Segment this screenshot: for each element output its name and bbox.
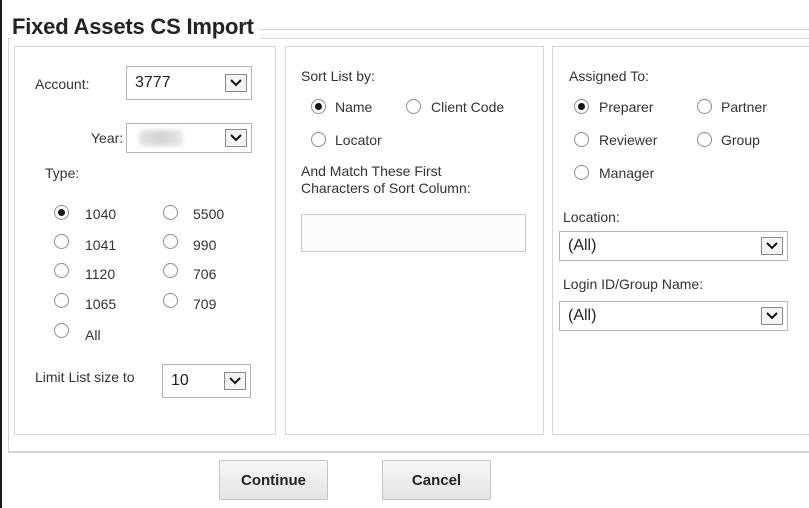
assignment-panel: Assigned To: Preparer Partner Reviewer G… [552, 46, 809, 435]
sort-option-label: Client Code [431, 99, 505, 115]
sort-panel: Sort List by: Name Client Code Locator A… [285, 46, 544, 435]
type-label: Type: [45, 165, 80, 181]
radio-type-706[interactable] [163, 263, 178, 278]
continue-button[interactable]: Continue [219, 460, 328, 500]
radio-assigned-partner[interactable] [697, 99, 712, 114]
sort-option-label: Locator [335, 132, 382, 148]
sort-label: Sort List by: [301, 68, 375, 84]
radio-type-990[interactable] [163, 234, 178, 249]
cancel-button[interactable]: Cancel [382, 460, 491, 500]
radio-type-all[interactable] [54, 323, 69, 338]
assigned-option-label: Partner [721, 99, 767, 115]
type-option-label: 5500 [193, 206, 225, 222]
assigned-option-label: Manager [599, 165, 655, 181]
radio-sort-locator[interactable] [311, 132, 326, 147]
title-divider [200, 29, 809, 30]
location-select[interactable]: (All) [559, 231, 788, 261]
radio-type-1041[interactable] [54, 234, 69, 249]
radio-type-709[interactable] [163, 293, 178, 308]
sort-option-label: Name [335, 99, 373, 115]
limit-label: Limit List size to [35, 369, 135, 385]
account-value: 3777 [135, 74, 171, 91]
chevron-down-icon[interactable] [225, 74, 247, 92]
type-option-label: 1040 [85, 206, 117, 222]
type-option-label: 709 [193, 296, 217, 312]
chevron-down-icon[interactable] [761, 307, 783, 325]
footer-divider [8, 452, 809, 453]
assigned-option-label: Reviewer [599, 132, 658, 148]
year-value-redacted [139, 130, 183, 146]
account-select[interactable]: 3777 [126, 66, 252, 100]
account-label: Account: [35, 76, 90, 92]
login-label: Login ID/Group Name: [563, 276, 704, 292]
radio-type-1040[interactable] [54, 205, 69, 220]
assigned-option-label: Preparer [599, 99, 654, 115]
match-label-line1: And Match These First [301, 163, 442, 179]
limit-select[interactable]: 10 [162, 364, 251, 398]
chevron-down-icon[interactable] [761, 237, 783, 255]
type-option-label: All [85, 327, 101, 343]
type-option-label: 990 [193, 237, 217, 253]
assigned-option-label: Group [721, 132, 760, 148]
match-characters-input[interactable] [301, 214, 526, 252]
radio-assigned-preparer[interactable] [574, 99, 589, 114]
radio-assigned-group[interactable] [697, 132, 712, 147]
radio-assigned-reviewer[interactable] [574, 132, 589, 147]
year-label: Year: [91, 130, 124, 146]
type-option-label: 1120 [85, 266, 116, 282]
login-select[interactable]: (All) [559, 301, 788, 331]
radio-sort-name[interactable] [311, 99, 326, 114]
radio-type-5500[interactable] [163, 205, 178, 220]
chevron-down-icon[interactable] [224, 372, 246, 390]
radio-assigned-manager[interactable] [574, 165, 589, 180]
location-value: (All) [568, 237, 597, 254]
radio-type-1120[interactable] [54, 263, 69, 278]
filter-panel: Account: 3777 Year: Type: 1040 5500 1041… [14, 46, 276, 435]
chevron-down-icon[interactable] [225, 129, 247, 147]
year-select[interactable] [126, 123, 252, 153]
radio-type-1065[interactable] [54, 293, 69, 308]
type-option-label: 1041 [85, 237, 117, 253]
login-value: (All) [568, 307, 597, 324]
type-option-label: 706 [193, 266, 217, 282]
location-label: Location: [563, 209, 620, 225]
type-option-label: 1065 [85, 296, 117, 312]
match-label-line2: Characters of Sort Column: [301, 180, 471, 196]
assigned-label: Assigned To: [569, 68, 649, 84]
limit-value: 10 [171, 372, 189, 389]
radio-sort-client-code[interactable] [406, 99, 421, 114]
page-title: Fixed Assets CS Import [12, 14, 260, 40]
